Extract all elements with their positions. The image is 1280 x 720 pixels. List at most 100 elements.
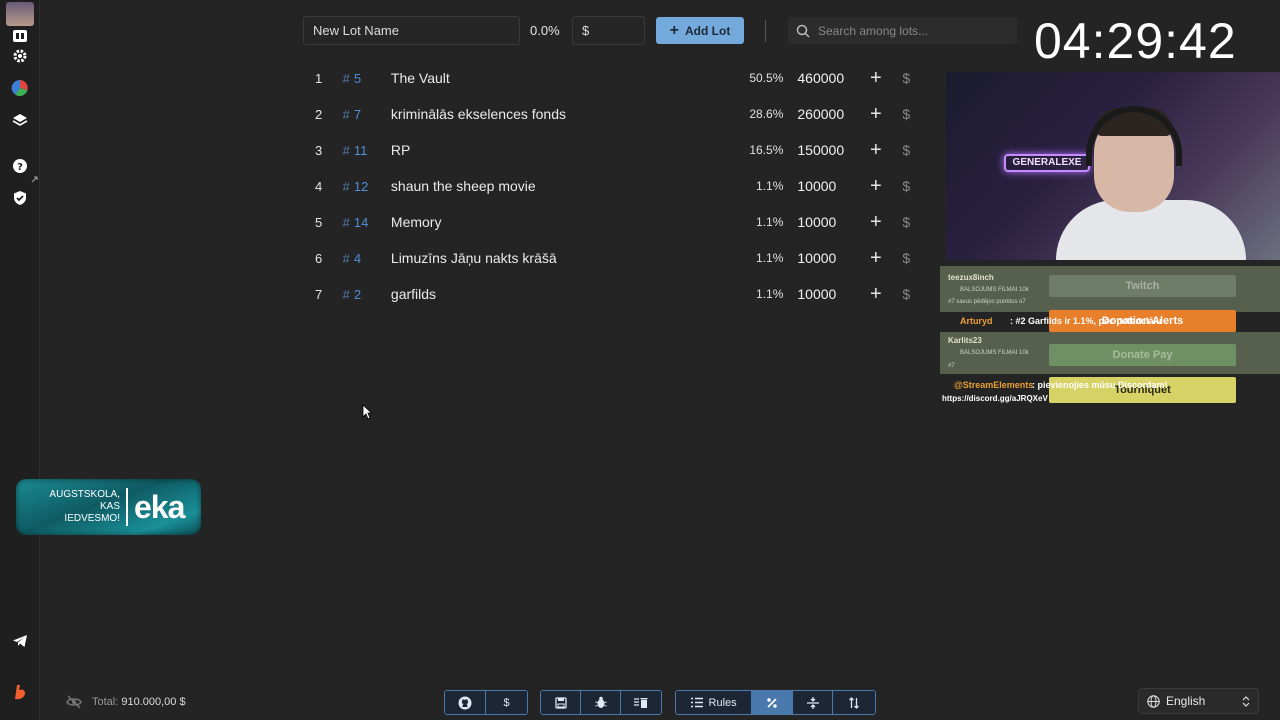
lot-hash: # (342, 214, 350, 230)
lot-hash: # (342, 142, 350, 158)
lot-id-value: 4 (353, 250, 362, 266)
new-lot-name-input[interactable]: New Lot Name (303, 16, 520, 45)
lot-id[interactable]: #4 (333, 251, 382, 266)
twitch-button[interactable]: Twitch (1049, 275, 1236, 297)
lot-rank: 4 (315, 178, 323, 194)
lot-amount[interactable]: 460000 (783, 70, 862, 86)
lot-id[interactable]: #12 (333, 179, 382, 194)
lot-id[interactable]: #5 (333, 71, 382, 86)
toolbar-divider (765, 20, 766, 42)
lot-hash: # (342, 178, 350, 194)
telegram-icon[interactable] (10, 631, 30, 651)
language-select[interactable]: English (1138, 688, 1259, 714)
layers-icon[interactable] (10, 110, 30, 130)
lot-amount[interactable]: 260000 (783, 106, 862, 122)
lot-id-value: 7 (353, 106, 362, 122)
lot-donate-button[interactable]: $ (890, 106, 923, 122)
lot-name[interactable]: garfilds (382, 286, 706, 302)
lot-id[interactable]: #11 (333, 143, 382, 158)
lot-row: 7 #2 garfilds 1.1% 10000 + $ (303, 276, 923, 312)
lot-name[interactable]: The Vault (382, 70, 706, 86)
donate-pay-button[interactable]: Donate Pay (1049, 344, 1236, 366)
mouse-cursor-icon (362, 404, 372, 420)
eye-off-icon[interactable] (66, 695, 82, 709)
link-button-group: $ (444, 690, 528, 715)
lot-donate-button[interactable]: $ (890, 142, 923, 158)
pie-chart-icon[interactable] (10, 78, 30, 98)
total-label: Total: (92, 696, 119, 708)
avatar[interactable] (6, 2, 34, 26)
rules-button[interactable]: Rules (676, 691, 753, 714)
lot-add-button[interactable]: + (862, 175, 889, 198)
clear-lots-button[interactable] (621, 691, 661, 714)
lot-add-button[interactable]: + (862, 67, 889, 90)
new-lot-amount-input[interactable]: $ (572, 16, 645, 45)
lot-id[interactable]: #2 (333, 287, 382, 302)
svg-text:?: ? (17, 162, 23, 173)
lot-donate-button[interactable]: $ (890, 178, 923, 194)
lot-amount[interactable]: 10000 (783, 250, 862, 266)
percent-toggle[interactable] (752, 691, 793, 714)
lot-donate-button[interactable]: $ (890, 286, 923, 302)
lot-name[interactable]: Limuzīns Jāņu nakts krāšā (382, 250, 706, 266)
lot-rank: 3 (315, 142, 323, 158)
sort-toggle[interactable] (833, 691, 875, 714)
lot-amount[interactable]: 10000 (783, 286, 862, 302)
lot-row: 1 #5 The Vault 50.5% 460000 + $ (303, 60, 923, 96)
bug-report-button[interactable] (581, 691, 621, 714)
lot-id-value: 11 (353, 142, 368, 158)
compact-toggle[interactable] (792, 691, 834, 714)
lot-donate-button[interactable]: $ (890, 214, 923, 230)
chat-message-3: #7 (948, 363, 955, 369)
lot-add-button[interactable]: + (862, 283, 889, 306)
lot-hash: # (342, 286, 350, 302)
github-button[interactable] (445, 691, 486, 714)
lot-hash: # (342, 250, 350, 266)
lot-add-button[interactable]: + (862, 103, 889, 126)
lot-row: 4 #12 shaun the sheep movie 1.1% 10000 + $ (303, 168, 923, 204)
lot-row: 5 #14 Memory 1.1% 10000 + $ (303, 204, 923, 240)
lot-rank: 2 (315, 106, 323, 122)
add-lot-button[interactable]: + Add Lot (656, 17, 744, 44)
lot-id-value: 5 (353, 70, 362, 86)
bug-icon (594, 696, 607, 708)
lot-id[interactable]: #14 (333, 215, 382, 230)
save-button[interactable] (541, 691, 581, 714)
lot-amount[interactable]: 10000 (783, 214, 862, 230)
donate-button[interactable]: $ (486, 691, 527, 714)
webcam-feed: GENERALEXE (946, 72, 1280, 260)
sponsor-tagline: AUGSTSKOLA, KAS IEDVESMO! (49, 489, 120, 524)
lot-name[interactable]: Memory (382, 214, 706, 230)
lot-amount[interactable]: 10000 (783, 178, 862, 194)
search-input[interactable]: Search among lots... (788, 17, 1017, 44)
lot-donate-button[interactable]: $ (890, 250, 923, 266)
sponsor-divider (126, 488, 128, 526)
sort-icon (849, 696, 860, 709)
lot-amount[interactable]: 150000 (783, 142, 862, 158)
chat-message-4: : pievienojies mūsu Discordam! (1032, 380, 1168, 390)
lot-id[interactable]: #7 (333, 107, 382, 122)
logo-icon[interactable] (10, 26, 30, 46)
new-lot-percent: 0.0% (530, 23, 560, 38)
lot-rank: 6 (315, 250, 323, 266)
neon-sign: GENERALEXE (1004, 154, 1090, 172)
help-icon[interactable]: ? (10, 156, 30, 176)
lot-row: 6 #4 Limuzīns Jāņu nakts krāšā 1.1% 10000 + $ (303, 240, 923, 276)
lot-add-button[interactable]: + (862, 211, 889, 234)
lot-add-button[interactable]: + (862, 247, 889, 270)
chat-link[interactable]: https://discord.gg/aJRQXeV (942, 394, 1048, 403)
shield-icon[interactable] (10, 188, 30, 208)
lot-name[interactable]: shaun the sheep movie (382, 178, 706, 194)
lot-rank: 5 (315, 214, 323, 230)
lot-percent: 50.5% (749, 71, 784, 85)
lot-percent: 1.1% (756, 251, 784, 265)
lot-donate-button[interactable]: $ (890, 70, 923, 86)
language-value: English (1166, 694, 1206, 708)
lot-add-button[interactable]: + (862, 139, 889, 162)
external-link-icon (31, 170, 38, 188)
lot-name[interactable]: RP (382, 142, 706, 158)
view-button-group: Rules (675, 690, 876, 715)
lot-name[interactable]: kriminālās ekselences fonds (382, 106, 706, 122)
gear-icon[interactable] (10, 46, 30, 66)
boosty-icon[interactable] (10, 682, 30, 702)
